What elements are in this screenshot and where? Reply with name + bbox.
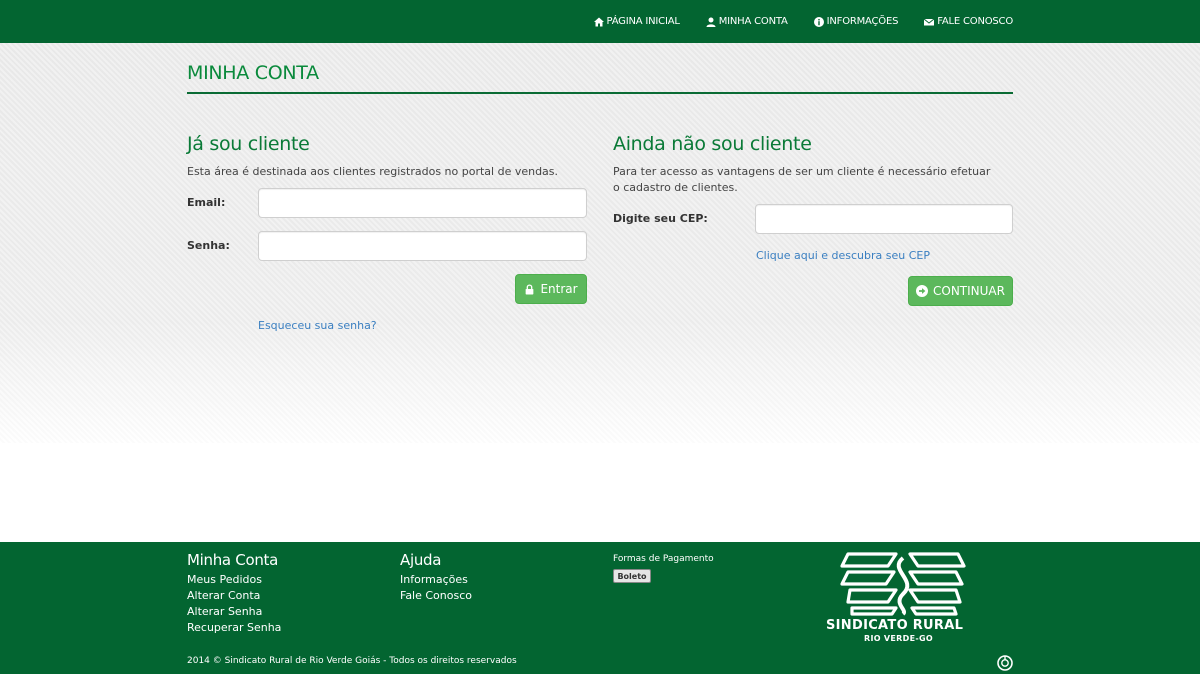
forgot-password-link[interactable]: Esqueceu sua senha? (258, 319, 377, 332)
login-button-label: Entrar (540, 282, 578, 296)
page-title: MINHA CONTA (187, 62, 319, 84)
nav-contact[interactable]: FALE CONOSCO (924, 16, 1013, 27)
sindicato-emblem-icon (840, 552, 966, 616)
register-title: Ainda não sou cliente (613, 133, 812, 155)
logo-line-1: SINDICATO RURAL (826, 618, 964, 633)
email-input[interactable] (258, 188, 587, 218)
cep-label: Digite seu CEP: (613, 212, 708, 225)
footer-help-title: Ajuda (400, 551, 442, 569)
login-button[interactable]: Entrar (515, 274, 587, 304)
envelope-icon (924, 18, 935, 25)
nav-contact-label: FALE CONOSCO (937, 16, 1013, 27)
footer-link-edit-account[interactable]: Alterar Conta (187, 589, 260, 602)
footer-link-orders[interactable]: Meus Pedidos (187, 573, 262, 586)
home-icon (593, 17, 604, 26)
lock-icon (526, 283, 534, 294)
developer-badge-icon (997, 655, 1013, 671)
nav-my-account-label: MINHA CONTA (718, 16, 788, 27)
nav-information[interactable]: INFORMAÇÕES (813, 16, 899, 27)
nav-home[interactable]: PÁGINA INICIAL (593, 16, 680, 27)
login-title: Já sou cliente (187, 133, 310, 155)
find-cep-link[interactable]: Clique aqui e descubra seu CEP (756, 249, 930, 262)
footer-link-information[interactable]: Informações (400, 573, 468, 586)
cep-input[interactable] (755, 204, 1013, 234)
footer-link-recover-password[interactable]: Recuperar Senha (187, 621, 281, 634)
top-navbar: PÁGINA INICIAL MINHA CONTA INFORMAÇÕES F… (0, 0, 1200, 43)
password-label: Senha: (187, 239, 230, 252)
continue-button-label: CONTINUAR (933, 284, 1005, 298)
sindicato-logo: SINDICATO RURAL RIO VERDE-GO (826, 550, 986, 650)
register-description: Para ter acesso as vantagens de ser um c… (613, 165, 991, 194)
title-divider (187, 92, 1013, 94)
logo-line-2: RIO VERDE-GO (864, 634, 933, 643)
main-background (0, 43, 1200, 443)
password-input[interactable] (258, 231, 587, 261)
copyright-text: 2014 © Sindicato Rural de Rio Verde Goiá… (187, 656, 517, 666)
nav-home-label: PÁGINA INICIAL (606, 16, 680, 27)
footer-account-title: Minha Conta (187, 551, 279, 569)
payment-methods-title: Formas de Pagamento (613, 554, 714, 564)
user-icon (706, 17, 716, 27)
info-icon (813, 16, 824, 27)
nav-information-label: INFORMAÇÕES (826, 16, 899, 27)
login-description: Esta área é destinada aos clientes regis… (187, 165, 559, 178)
nav-my-account[interactable]: MINHA CONTA (706, 16, 788, 27)
email-label: Email: (187, 196, 226, 209)
footer-link-contact[interactable]: Fale Conosco (400, 589, 472, 602)
arrow-circle-right-icon (916, 285, 928, 297)
footer-link-change-password[interactable]: Alterar Senha (187, 605, 262, 618)
boleto-badge: Boleto (613, 569, 651, 583)
footer-account-links: Meus Pedidos Alterar Conta Alterar Senha… (187, 572, 281, 636)
footer-help-links: Informações Fale Conosco (400, 572, 472, 604)
continue-button[interactable]: CONTINUAR (908, 276, 1013, 306)
footer: Minha Conta Meus Pedidos Alterar Conta A… (0, 542, 1200, 674)
main-nav: PÁGINA INICIAL MINHA CONTA INFORMAÇÕES F… (593, 0, 1013, 43)
